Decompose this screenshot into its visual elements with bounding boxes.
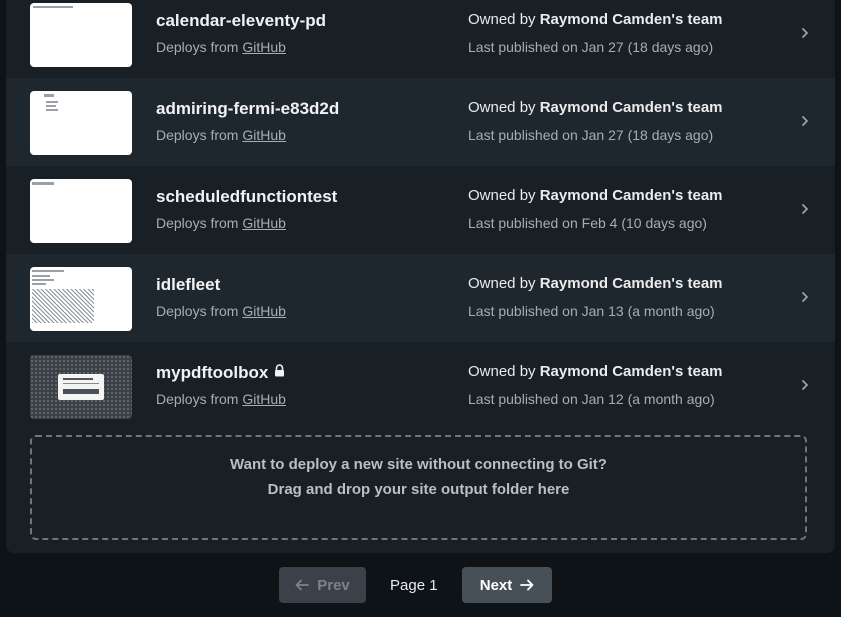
owned-prefix: Owned by — [468, 11, 540, 28]
github-link[interactable]: GitHub — [242, 39, 286, 55]
prev-label: Prev — [317, 576, 350, 594]
chevron-right-icon — [802, 116, 808, 126]
deploy-prefix: Deploys from — [156, 391, 243, 407]
owned-prefix: Owned by — [468, 187, 540, 204]
site-name[interactable]: mypdftoolbox — [156, 363, 268, 382]
deploy-prefix: Deploys from — [156, 215, 243, 231]
owner-info: Owned by Raymond Camden's team — [468, 363, 723, 380]
arrow-right-icon — [520, 579, 534, 591]
owned-prefix: Owned by — [468, 99, 540, 116]
site-row-scheduledfunctiontest[interactable]: scheduledfunctiontest Deploys from GitHu… — [6, 166, 835, 254]
owner-info: Owned by Raymond Camden's team — [468, 187, 723, 204]
last-published: Last published on Jan 13 (a month ago) — [468, 303, 715, 319]
thumbnail-text — [32, 279, 54, 281]
site-thumbnail — [30, 3, 132, 67]
github-link[interactable]: GitHub — [242, 303, 286, 319]
thumbnail-text — [32, 275, 50, 277]
site-row-mypdftoolbox[interactable]: mypdftoolbox Deploys from GitHub Owned b… — [6, 342, 835, 430]
chevron-right-icon — [802, 380, 808, 390]
thumbnail-text — [46, 109, 58, 111]
site-row-idlefleet[interactable]: idlefleet Deploys from GitHub Owned by R… — [6, 254, 835, 342]
site-thumbnail — [30, 91, 132, 155]
deploy-source: Deploys from GitHub — [156, 391, 286, 407]
team-name: Raymond Camden's team — [539, 11, 723, 28]
prev-page-button[interactable]: Prev — [279, 567, 366, 603]
owner-info: Owned by Raymond Camden's team — [468, 275, 723, 292]
thumbnail-text — [44, 94, 54, 97]
deploy-prefix: Deploys from — [156, 303, 243, 319]
owner-info: Owned by Raymond Camden's team — [468, 11, 723, 28]
site-name-with-lock[interactable]: mypdftoolbox — [156, 363, 285, 383]
drag-drop-zone[interactable]: Want to deploy a new site without connec… — [30, 435, 807, 540]
chevron-right-icon — [802, 28, 808, 38]
last-published: Last published on Jan 27 (18 days ago) — [468, 127, 714, 143]
chevron-right-icon — [802, 204, 808, 214]
owned-prefix: Owned by — [468, 363, 540, 380]
next-page-button[interactable]: Next — [462, 567, 552, 603]
site-thumbnail — [30, 267, 132, 331]
github-link[interactable]: GitHub — [242, 215, 286, 231]
thumbnail-text — [63, 378, 93, 380]
site-thumbnail — [30, 355, 132, 419]
site-name[interactable]: calendar-eleventy-pd — [156, 11, 326, 31]
arrow-left-icon — [295, 579, 310, 591]
site-name[interactable]: idlefleet — [156, 275, 220, 295]
thumbnail-text — [32, 182, 54, 185]
team-name: Raymond Camden's team — [539, 363, 723, 380]
thumbnail-text — [32, 283, 46, 285]
next-label: Next — [479, 576, 513, 594]
thumbnail-text — [32, 270, 64, 272]
deploy-source: Deploys from GitHub — [156, 215, 286, 231]
site-name[interactable]: scheduledfunctiontest — [156, 187, 337, 207]
deploy-source: Deploys from GitHub — [156, 303, 286, 319]
site-name[interactable]: admiring-fermi-e83d2d — [156, 99, 339, 119]
dropzone-prompt: Want to deploy a new site without connec… — [230, 456, 607, 473]
owned-prefix: Owned by — [468, 275, 540, 292]
current-page-indicator: Page 1 — [390, 577, 438, 594]
site-row-calendar-eleventy-pd[interactable]: calendar-eleventy-pd Deploys from GitHub… — [6, 0, 835, 78]
last-published: Last published on Jan 27 (18 days ago) — [468, 39, 714, 55]
last-published: Last published on Jan 12 (a month ago) — [468, 391, 715, 407]
thumbnail-text — [33, 6, 73, 8]
site-thumbnail — [30, 179, 132, 243]
github-link[interactable]: GitHub — [242, 127, 286, 143]
last-published: Last published on Feb 4 (10 days ago) — [468, 215, 707, 231]
thumbnail-grid — [32, 289, 94, 323]
deploy-prefix: Deploys from — [156, 39, 243, 55]
deploy-source: Deploys from GitHub — [156, 39, 286, 55]
team-name: Raymond Camden's team — [539, 275, 723, 292]
thumbnail-card — [58, 374, 104, 400]
chevron-right-icon — [802, 292, 808, 302]
deploy-source: Deploys from GitHub — [156, 127, 286, 143]
sites-panel: calendar-eleventy-pd Deploys from GitHub… — [6, 0, 835, 553]
github-link[interactable]: GitHub — [242, 391, 286, 407]
owner-info: Owned by Raymond Camden's team — [468, 99, 723, 116]
lock-icon — [275, 364, 285, 377]
team-name: Raymond Camden's team — [539, 99, 723, 116]
deploy-prefix: Deploys from — [156, 127, 243, 143]
dropzone-instruction: Drag and drop your site output folder he… — [267, 481, 570, 498]
thumbnail-text — [46, 101, 58, 103]
thumbnail-button — [63, 389, 99, 394]
site-row-admiring-fermi-e83d2d[interactable]: admiring-fermi-e83d2d Deploys from GitHu… — [6, 78, 835, 166]
thumbnail-text — [46, 105, 56, 107]
team-name: Raymond Camden's team — [539, 187, 723, 204]
thumbnail-text — [63, 383, 99, 384]
